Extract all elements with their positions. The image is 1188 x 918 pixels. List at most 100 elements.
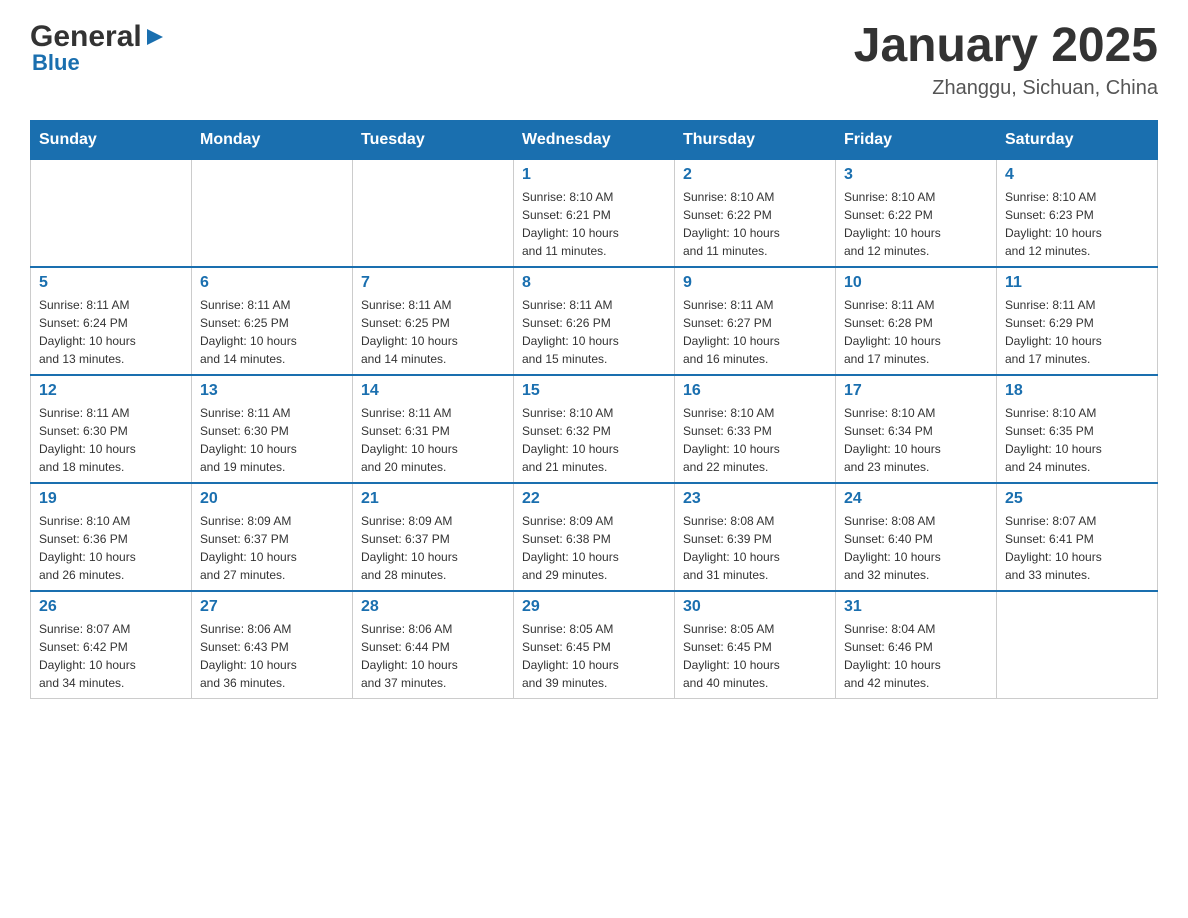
day-info: Sunrise: 8:05 AM Sunset: 6:45 PM Dayligh…	[522, 620, 666, 692]
day-info: Sunrise: 8:09 AM Sunset: 6:38 PM Dayligh…	[522, 512, 666, 584]
calendar-cell	[192, 159, 353, 267]
day-number: 3	[844, 166, 988, 184]
calendar-day-header: Saturday	[997, 120, 1158, 159]
logo-blue-text: Blue	[32, 50, 80, 76]
calendar-cell: 11Sunrise: 8:11 AM Sunset: 6:29 PM Dayli…	[997, 267, 1158, 375]
day-number: 8	[522, 274, 666, 292]
calendar-cell: 13 Sunrise: 8:11 AM Sunset: 6:30 PM Dayli…	[192, 375, 353, 483]
calendar-day-header: Wednesday	[514, 120, 675, 159]
calendar-cell: 17Sunrise: 8:10 AM Sunset: 6:34 PM Dayli…	[836, 375, 997, 483]
day-info: Sunrise: 8:08 AM Sunset: 6:40 PM Dayligh…	[844, 512, 988, 584]
calendar-cell: 5 Sunrise: 8:11 AM Sunset: 6:24 PM Daylig…	[31, 267, 192, 375]
day-number: 15	[522, 382, 666, 400]
day-number: 21	[361, 490, 505, 508]
calendar-table: SundayMondayTuesdayWednesdayThursdayFrid…	[30, 120, 1158, 699]
calendar-cell: 23 Sunrise: 8:08 AM Sunset: 6:39 PM Dayli…	[675, 483, 836, 591]
calendar-header-row: SundayMondayTuesdayWednesdayThursdayFrid…	[31, 120, 1158, 159]
day-info: Sunrise: 8:11 AM Sunset: 6:25 PM Dayligh…	[361, 296, 505, 368]
day-info: Sunrise: 8:10 AM Sunset: 6:22 PM Dayligh…	[683, 188, 827, 260]
day-info: Sunrise: 8:06 AM Sunset: 6:43 PM Dayligh…	[200, 620, 344, 692]
calendar-day-header: Thursday	[675, 120, 836, 159]
day-number: 31	[844, 598, 988, 616]
calendar-cell	[353, 159, 514, 267]
calendar-cell: 24Sunrise: 8:08 AM Sunset: 6:40 PM Dayli…	[836, 483, 997, 591]
day-number: 1	[522, 166, 666, 184]
day-info: Sunrise: 8:11 AM Sunset: 6:30 PM Dayligh…	[39, 404, 183, 476]
day-number: 4	[1005, 166, 1149, 184]
day-number: 18	[1005, 382, 1149, 400]
calendar-day-header: Sunday	[31, 120, 192, 159]
day-info: Sunrise: 8:10 AM Sunset: 6:23 PM Dayligh…	[1005, 188, 1149, 260]
day-info: Sunrise: 8:11 AM Sunset: 6:31 PM Dayligh…	[361, 404, 505, 476]
day-info: Sunrise: 8:11 AM Sunset: 6:24 PM Dayligh…	[39, 296, 183, 368]
calendar-cell: 19Sunrise: 8:10 AM Sunset: 6:36 PM Dayli…	[31, 483, 192, 591]
calendar-cell: 7Sunrise: 8:11 AM Sunset: 6:25 PM Daylig…	[353, 267, 514, 375]
day-info: Sunrise: 8:04 AM Sunset: 6:46 PM Dayligh…	[844, 620, 988, 692]
day-info: Sunrise: 8:09 AM Sunset: 6:37 PM Dayligh…	[200, 512, 344, 584]
day-number: 27	[200, 598, 344, 616]
calendar-cell: 2Sunrise: 8:10 AM Sunset: 6:22 PM Daylig…	[675, 159, 836, 267]
calendar-cell: 18Sunrise: 8:10 AM Sunset: 6:35 PM Dayli…	[997, 375, 1158, 483]
day-info: Sunrise: 8:09 AM Sunset: 6:37 PM Dayligh…	[361, 512, 505, 584]
day-info: Sunrise: 8:11 AM Sunset: 6:29 PM Dayligh…	[1005, 296, 1149, 368]
day-number: 23	[683, 490, 827, 508]
title-area: January 2025 Zhanggu, Sichuan, China	[854, 20, 1158, 100]
day-number: 6	[200, 274, 344, 292]
calendar-cell: 8 Sunrise: 8:11 AM Sunset: 6:26 PM Daylig…	[514, 267, 675, 375]
location-subtitle: Zhanggu, Sichuan, China	[854, 77, 1158, 100]
calendar-cell: 22 Sunrise: 8:09 AM Sunset: 6:38 PM Dayli…	[514, 483, 675, 591]
calendar-day-header: Monday	[192, 120, 353, 159]
calendar-cell: 16 Sunrise: 8:10 AM Sunset: 6:33 PM Dayli…	[675, 375, 836, 483]
calendar-cell: 9Sunrise: 8:11 AM Sunset: 6:27 PM Daylig…	[675, 267, 836, 375]
day-info: Sunrise: 8:11 AM Sunset: 6:26 PM Dayligh…	[522, 296, 666, 368]
calendar-cell: 20Sunrise: 8:09 AM Sunset: 6:37 PM Dayli…	[192, 483, 353, 591]
calendar-week-row: 26Sunrise: 8:07 AM Sunset: 6:42 PM Dayli…	[31, 591, 1158, 699]
day-info: Sunrise: 8:10 AM Sunset: 6:21 PM Dayligh…	[522, 188, 666, 260]
day-info: Sunrise: 8:11 AM Sunset: 6:28 PM Dayligh…	[844, 296, 988, 368]
day-info: Sunrise: 8:10 AM Sunset: 6:33 PM Dayligh…	[683, 404, 827, 476]
day-number: 30	[683, 598, 827, 616]
day-number: 22	[522, 490, 666, 508]
day-number: 5	[39, 274, 183, 292]
day-info: Sunrise: 8:10 AM Sunset: 6:22 PM Dayligh…	[844, 188, 988, 260]
calendar-cell: 26Sunrise: 8:07 AM Sunset: 6:42 PM Dayli…	[31, 591, 192, 699]
day-number: 13	[200, 382, 344, 400]
logo-arrow-icon	[144, 26, 166, 48]
day-number: 10	[844, 274, 988, 292]
calendar-cell: 12 Sunrise: 8:11 AM Sunset: 6:30 PM Dayli…	[31, 375, 192, 483]
day-number: 14	[361, 382, 505, 400]
calendar-cell: 14 Sunrise: 8:11 AM Sunset: 6:31 PM Dayli…	[353, 375, 514, 483]
page-header: General Blue January 2025 Zhanggu, Sichu…	[30, 20, 1158, 100]
calendar-week-row: 5 Sunrise: 8:11 AM Sunset: 6:24 PM Daylig…	[31, 267, 1158, 375]
day-info: Sunrise: 8:08 AM Sunset: 6:39 PM Dayligh…	[683, 512, 827, 584]
day-info: Sunrise: 8:10 AM Sunset: 6:34 PM Dayligh…	[844, 404, 988, 476]
calendar-cell: 30 Sunrise: 8:05 AM Sunset: 6:45 PM Dayli…	[675, 591, 836, 699]
day-number: 28	[361, 598, 505, 616]
calendar-cell: 25Sunrise: 8:07 AM Sunset: 6:41 PM Dayli…	[997, 483, 1158, 591]
calendar-week-row: 12 Sunrise: 8:11 AM Sunset: 6:30 PM Dayli…	[31, 375, 1158, 483]
day-info: Sunrise: 8:07 AM Sunset: 6:41 PM Dayligh…	[1005, 512, 1149, 584]
day-number: 29	[522, 598, 666, 616]
logo: General Blue	[30, 20, 166, 76]
calendar-cell: 21 Sunrise: 8:09 AM Sunset: 6:37 PM Dayli…	[353, 483, 514, 591]
calendar-cell	[997, 591, 1158, 699]
day-number: 16	[683, 382, 827, 400]
calendar-cell: 27 Sunrise: 8:06 AM Sunset: 6:43 PM Dayli…	[192, 591, 353, 699]
day-info: Sunrise: 8:10 AM Sunset: 6:36 PM Dayligh…	[39, 512, 183, 584]
calendar-cell: 31 Sunrise: 8:04 AM Sunset: 6:46 PM Dayli…	[836, 591, 997, 699]
day-info: Sunrise: 8:11 AM Sunset: 6:25 PM Dayligh…	[200, 296, 344, 368]
logo-general-text: General	[30, 20, 142, 54]
day-info: Sunrise: 8:11 AM Sunset: 6:30 PM Dayligh…	[200, 404, 344, 476]
calendar-week-row: 1 Sunrise: 8:10 AM Sunset: 6:21 PM Daylig…	[31, 159, 1158, 267]
day-number: 12	[39, 382, 183, 400]
calendar-cell: 10 Sunrise: 8:11 AM Sunset: 6:28 PM Dayli…	[836, 267, 997, 375]
calendar-cell: 28Sunrise: 8:06 AM Sunset: 6:44 PM Dayli…	[353, 591, 514, 699]
calendar-day-header: Friday	[836, 120, 997, 159]
calendar-day-header: Tuesday	[353, 120, 514, 159]
day-info: Sunrise: 8:07 AM Sunset: 6:42 PM Dayligh…	[39, 620, 183, 692]
day-number: 9	[683, 274, 827, 292]
calendar-week-row: 19Sunrise: 8:10 AM Sunset: 6:36 PM Dayli…	[31, 483, 1158, 591]
calendar-cell	[31, 159, 192, 267]
day-info: Sunrise: 8:05 AM Sunset: 6:45 PM Dayligh…	[683, 620, 827, 692]
calendar-cell: 3 Sunrise: 8:10 AM Sunset: 6:22 PM Daylig…	[836, 159, 997, 267]
